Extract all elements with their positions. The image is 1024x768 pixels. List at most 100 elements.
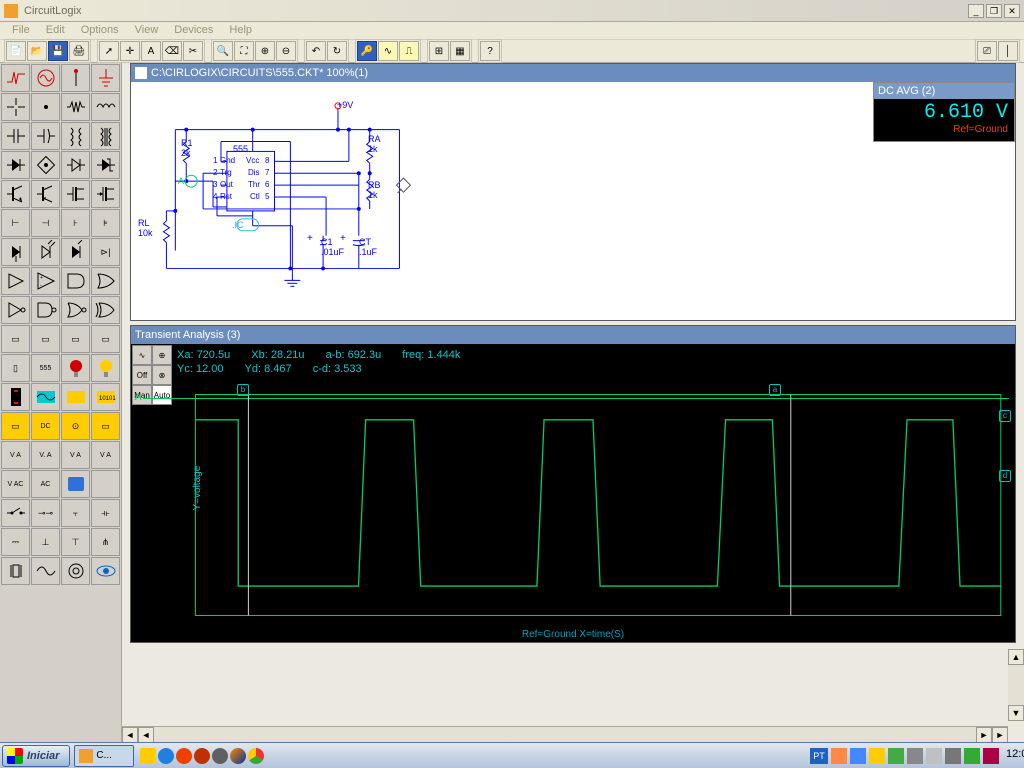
ql-media[interactable] <box>194 748 210 764</box>
ql-app1[interactable] <box>212 748 228 764</box>
tray-i4[interactable] <box>907 748 923 764</box>
start-button[interactable]: Iniciar <box>2 745 70 767</box>
palette-lamp2[interactable] <box>91 354 120 382</box>
ql-msn[interactable] <box>176 748 192 764</box>
palette-va4[interactable]: V A <box>91 441 120 469</box>
menu-file[interactable]: File <box>4 22 38 39</box>
palette-vmeter[interactable]: ▭ <box>1 412 30 440</box>
palette-7seg[interactable] <box>1 383 30 411</box>
palette-pjfet[interactable] <box>91 180 120 208</box>
palette-ac1[interactable]: V AC <box>1 470 30 498</box>
menu-devices[interactable]: Devices <box>166 22 221 39</box>
close-button[interactable]: ✕ <box>1004 4 1020 18</box>
palette-resistor[interactable] <box>61 93 90 121</box>
signal1-button[interactable]: ∿ <box>378 41 398 61</box>
palette-npn[interactable] <box>1 180 30 208</box>
tray-i3[interactable] <box>888 748 904 764</box>
rotate-right-button[interactable]: ↻ <box>327 41 347 61</box>
palette-misc1[interactable]: ⋔ <box>91 528 120 556</box>
tw-btn2[interactable]: ⊕ <box>152 345 172 365</box>
help-button[interactable]: ? <box>480 41 500 61</box>
palette-led[interactable] <box>31 238 60 266</box>
tw-btn4[interactable]: ⊗ <box>152 365 172 385</box>
scroll-left[interactable]: ◄ <box>122 727 138 743</box>
palette-not[interactable] <box>1 296 30 324</box>
palette-ground[interactable] <box>91 64 120 92</box>
palette-nor[interactable] <box>61 296 90 324</box>
scope-button[interactable]: ⎚ <box>977 41 997 61</box>
signal2-button[interactable]: ⎍ <box>399 41 419 61</box>
cursor-d[interactable]: d <box>999 470 1011 482</box>
palette-ring[interactable] <box>61 557 90 585</box>
palette-block1[interactable]: ▭ <box>1 325 30 353</box>
palette-switch3[interactable]: ⫟ <box>61 499 90 527</box>
tray-shield[interactable] <box>869 748 885 764</box>
palette-photodiode[interactable] <box>61 238 90 266</box>
palette-xor[interactable] <box>91 296 120 324</box>
ql-desktop[interactable] <box>140 748 156 764</box>
palette-transformer2[interactable] <box>91 122 120 150</box>
palette-nmos[interactable]: ⊢ <box>1 209 30 237</box>
palette-njfet[interactable] <box>61 180 90 208</box>
menu-options[interactable]: Options <box>73 22 127 39</box>
ql-chrome[interactable] <box>248 748 264 764</box>
palette-sine[interactable] <box>31 557 60 585</box>
tray-i1[interactable] <box>831 748 847 764</box>
scroll-right[interactable]: ► <box>976 727 992 743</box>
palette-transformer1[interactable] <box>61 122 90 150</box>
new-button[interactable]: 📄 <box>6 41 26 61</box>
cursor-c[interactable]: c <box>999 410 1011 422</box>
palette-bridge[interactable] <box>31 151 60 179</box>
palette-va3[interactable]: V A <box>61 441 90 469</box>
h-scrollbar[interactable]: ◄ ◄ ► ► <box>122 726 1008 742</box>
minimize-button[interactable]: _ <box>968 4 984 18</box>
tray-lang[interactable]: PT <box>810 748 828 764</box>
palette-scope1[interactable] <box>31 383 60 411</box>
palette-capacitor[interactable] <box>1 122 30 150</box>
palette-zener[interactable] <box>91 151 120 179</box>
scroll-up[interactable]: ▲ <box>1008 649 1024 665</box>
palette-scope3[interactable]: 10101 <box>91 383 120 411</box>
zoomin-button[interactable]: ⊕ <box>255 41 275 61</box>
scroll-down[interactable]: ▼ <box>1008 705 1024 721</box>
indicator-button[interactable]: │ <box>998 41 1018 61</box>
palette-scr[interactable] <box>1 238 30 266</box>
tw-off-btn[interactable]: Off <box>132 365 152 385</box>
palette-pnp[interactable] <box>31 180 60 208</box>
tray-vol[interactable] <box>945 748 961 764</box>
palette-diode1[interactable] <box>1 151 30 179</box>
palette-acsource[interactable] <box>31 64 60 92</box>
grid-button[interactable]: ⊞ <box>429 41 449 61</box>
fit-button[interactable]: ⛶ <box>234 41 254 61</box>
palette-and[interactable] <box>61 267 90 295</box>
palette-or[interactable] <box>91 267 120 295</box>
ql-firefox[interactable] <box>230 748 246 764</box>
restore-button[interactable]: ❐ <box>986 4 1002 18</box>
cursor-b[interactable]: b <box>237 384 249 396</box>
palette-switch4[interactable]: ⟛ <box>91 499 120 527</box>
palette-lamp[interactable] <box>61 354 90 382</box>
palette-varactor[interactable]: ⊳| <box>91 238 120 266</box>
palette-polarcap[interactable] <box>31 122 60 150</box>
cursor-a[interactable]: a <box>769 384 781 396</box>
palette-relay[interactable]: ⎓ <box>1 528 30 556</box>
palette-cap2[interactable]: ⊥ <box>31 528 60 556</box>
palette-va2[interactable]: V. A <box>31 441 60 469</box>
dc-meter[interactable]: DC AVG (2) 6.610 V Ref=Ground <box>873 82 1015 142</box>
zoomout-button[interactable]: ⊖ <box>276 41 296 61</box>
palette-va[interactable]: V A <box>1 441 30 469</box>
tw-btn1[interactable]: ∿ <box>132 345 152 365</box>
text-button[interactable]: A <box>141 41 161 61</box>
tray-i2[interactable] <box>850 748 866 764</box>
print-button[interactable]: 🖨 <box>69 41 89 61</box>
palette-opamp[interactable]: +- <box>31 267 60 295</box>
palette-block3[interactable]: ▭ <box>61 325 90 353</box>
palette-inductor[interactable] <box>91 93 120 121</box>
palette-crystal[interactable] <box>1 557 30 585</box>
palette-diode2[interactable] <box>61 151 90 179</box>
palette-cap3[interactable]: ⊤ <box>61 528 90 556</box>
palette-pmos[interactable]: ⊣ <box>31 209 60 237</box>
tray-i7[interactable] <box>983 748 999 764</box>
probe-button[interactable]: 🔑 <box>357 41 377 61</box>
palette-terminal[interactable] <box>61 64 90 92</box>
